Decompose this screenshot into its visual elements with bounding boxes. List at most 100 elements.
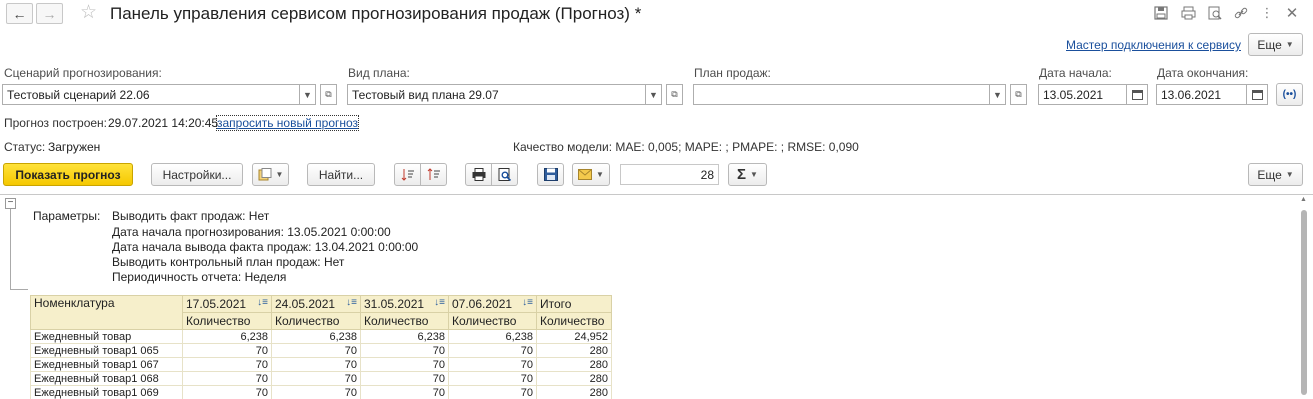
print-preview-button[interactable] [491, 163, 518, 186]
cell-value[interactable]: 70 [448, 343, 537, 358]
table-row[interactable]: Ежедневный товар1 067 70 70 70 70 280 [30, 357, 612, 372]
scenario-open-button[interactable]: ⧉ [320, 84, 337, 105]
cell-value[interactable]: 6,238 [271, 329, 361, 344]
more-button-top[interactable]: Еще ▼ [1248, 33, 1303, 56]
close-icon[interactable]: ✕ [1283, 4, 1301, 22]
row-name: Ежедневный товар1 068 [30, 371, 183, 386]
report-variant-icon [258, 168, 272, 181]
show-forecast-button[interactable]: Показать прогноз [3, 163, 133, 186]
end-date-field[interactable]: 13.06.2021 [1156, 84, 1247, 105]
cell-value[interactable]: 6,238 [448, 329, 537, 344]
end-date-calendar-button[interactable] [1246, 84, 1268, 105]
scenario-field[interactable]: Тестовый сценарий 22.06 [2, 84, 300, 105]
column-header-period[interactable]: 17.05.2021 ↓≡ [182, 295, 272, 313]
print-preview-icon [498, 168, 511, 181]
chevron-down-icon: ▼ [750, 170, 758, 179]
calendar-icon [1131, 90, 1143, 100]
more-vertical-icon[interactable]: ⋮ [1258, 4, 1276, 22]
save-icon[interactable] [1152, 4, 1170, 22]
envelope-icon [578, 169, 593, 180]
cell-value[interactable]: 70 [360, 385, 449, 399]
forward-button[interactable]: → [36, 3, 63, 24]
row-name: Ежедневный товар [30, 329, 183, 344]
table-row[interactable]: Ежедневный товар1 069 70 70 70 70 280 [30, 385, 612, 399]
column-header-period[interactable]: 24.05.2021 ↓≡ [271, 295, 361, 313]
back-button[interactable]: ← [6, 3, 33, 24]
cell-value[interactable]: 70 [360, 357, 449, 372]
model-quality: Качество модели: MAE: 0,005; MAPE: ; PMA… [513, 140, 859, 154]
more-button-toolbar[interactable]: Еще ▼ [1248, 163, 1303, 186]
settings-button[interactable]: Настройки... [151, 163, 243, 186]
plan-type-field[interactable]: Тестовый вид плана 29.07 [347, 84, 646, 105]
plan-type-dropdown-button[interactable]: ▼ [645, 84, 662, 105]
subheader-quantity: Количество [271, 312, 361, 330]
sum-mode-button[interactable]: Σ ▼ [728, 163, 767, 186]
sort-icon[interactable]: ↓≡ [346, 297, 357, 308]
print-icon[interactable] [1179, 4, 1197, 22]
cell-value[interactable]: 6,238 [182, 329, 272, 344]
column-header-period[interactable]: 31.05.2021 ↓≡ [360, 295, 449, 313]
cell-value[interactable]: 70 [448, 385, 537, 399]
more-label: Еще [1257, 37, 1282, 52]
table-row[interactable]: Ежедневный товар1 065 70 70 70 70 280 [30, 343, 612, 358]
table-row[interactable]: Ежедневный товар1 068 70 70 70 70 280 [30, 371, 612, 386]
favorite-star-icon[interactable]: ☆ [80, 1, 97, 24]
cell-value[interactable]: 70 [448, 357, 537, 372]
column-header-nomenclature[interactable]: Номенклатура [30, 295, 183, 330]
period-select-button[interactable]: (••) [1276, 83, 1303, 106]
cell-value[interactable]: 70 [271, 371, 361, 386]
print-button[interactable] [465, 163, 492, 186]
table-row[interactable]: Ежедневный товар 6,238 6,238 6,238 6,238… [30, 329, 612, 344]
cell-total[interactable]: 24,952 [536, 329, 612, 344]
sort-icon[interactable]: ↓≡ [522, 297, 533, 308]
cell-value[interactable]: 70 [182, 357, 272, 372]
expand-groups-button[interactable] [394, 163, 421, 186]
sales-plan-dropdown-button[interactable]: ▼ [989, 84, 1006, 105]
group-line [10, 209, 11, 289]
cell-value[interactable]: 70 [182, 385, 272, 399]
connection-wizard-link[interactable]: Мастер подключения к сервису [1066, 38, 1241, 52]
variants-button[interactable]: ▼ [252, 163, 289, 186]
cell-value[interactable]: 70 [360, 343, 449, 358]
report-spreadsheet[interactable]: − Параметры: Выводить факт продаж: Нет Д… [0, 194, 1313, 399]
send-email-button[interactable]: ▼ [572, 163, 610, 186]
cell-value[interactable]: 70 [182, 343, 272, 358]
params-label: Параметры: [33, 209, 101, 223]
cell-value[interactable]: 70 [448, 371, 537, 386]
cell-total[interactable]: 280 [536, 371, 612, 386]
cell-value[interactable]: 70 [271, 385, 361, 399]
cell-value[interactable]: 6,238 [360, 329, 449, 344]
scenario-dropdown-button[interactable]: ▼ [299, 84, 316, 105]
vertical-scrollbar[interactable]: ▲ [1299, 196, 1309, 399]
cell-total[interactable]: 280 [536, 385, 612, 399]
sort-icon[interactable]: ↓≡ [434, 297, 445, 308]
cell-total[interactable]: 280 [536, 343, 612, 358]
column-header-total[interactable]: Итого [536, 295, 612, 313]
sales-plan-open-button[interactable]: ⧉ [1010, 84, 1027, 105]
sales-plan-field[interactable] [693, 84, 990, 105]
cell-value[interactable]: 70 [360, 371, 449, 386]
scroll-up-icon[interactable]: ▲ [1300, 196, 1307, 203]
cell-value[interactable]: 70 [271, 357, 361, 372]
save-report-button[interactable] [537, 163, 564, 186]
link-icon[interactable] [1232, 4, 1250, 22]
param-line: Выводить контрольный план продаж: Нет [112, 255, 345, 269]
cell-value[interactable]: 70 [271, 343, 361, 358]
cell-value[interactable]: 70 [182, 371, 272, 386]
scrollbar-thumb[interactable] [1301, 210, 1307, 395]
start-date-field[interactable]: 13.05.2021 [1038, 84, 1127, 105]
request-new-forecast-link[interactable]: запросить новый прогноз [215, 115, 360, 131]
preview-icon[interactable] [1206, 4, 1224, 22]
collapse-groups-button[interactable] [420, 163, 447, 186]
plan-type-open-button[interactable]: ⧉ [666, 84, 683, 105]
column-header-period[interactable]: 07.06.2021 ↓≡ [448, 295, 537, 313]
row-name: Ежедневный товар1 067 [30, 357, 183, 372]
start-date-calendar-button[interactable] [1126, 84, 1148, 105]
chevron-down-icon: ▼ [1285, 170, 1294, 179]
cell-total[interactable]: 280 [536, 357, 612, 372]
subheader-quantity: Количество [448, 312, 537, 330]
find-button[interactable]: Найти... [307, 163, 375, 186]
collapse-group-toggle[interactable]: − [5, 198, 16, 209]
sort-icon[interactable]: ↓≡ [257, 297, 268, 308]
cells-sum-field[interactable]: 28 [620, 164, 719, 185]
